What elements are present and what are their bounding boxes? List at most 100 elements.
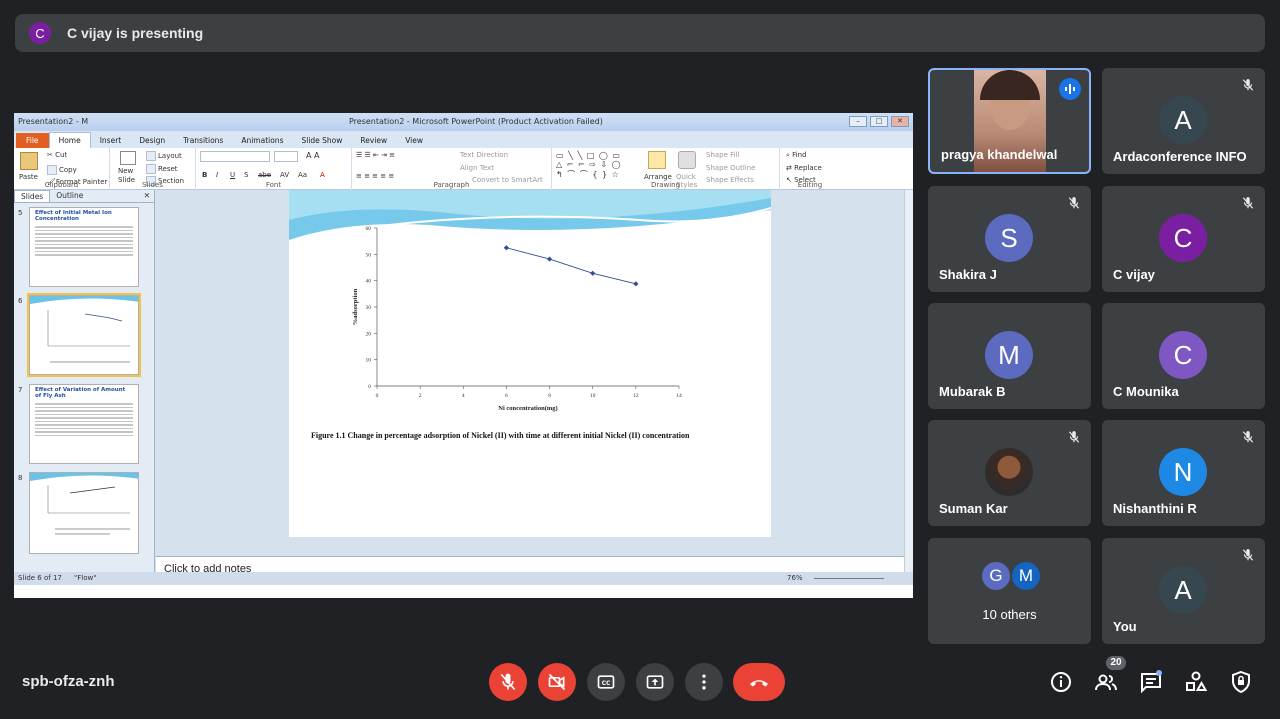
shadow-button[interactable]: S (244, 171, 248, 179)
font-group: A A B I U S abe AV Aa A Font (196, 148, 352, 190)
font-size-select[interactable] (274, 151, 298, 162)
thumb-number: 6 (18, 297, 23, 305)
participant-avatar: A (1159, 566, 1207, 614)
participant-tile[interactable]: C C Mounika (1102, 303, 1265, 409)
current-slide[interactable]: 0 2 4 6 8 10 12 14 0 10 20 30 40 50 60 Ni concentration… (289, 190, 771, 537)
close-panel-icon[interactable]: ✕ (138, 190, 154, 202)
host-controls-icon[interactable] (1229, 670, 1253, 694)
minimize-button[interactable]: – (849, 116, 867, 127)
tab-file[interactable]: File (16, 133, 49, 148)
participant-avatar: C (1159, 214, 1207, 262)
bullets-icon[interactable]: ☰ ☰ ⇤ ⇥ ≡ (356, 151, 395, 159)
speaking-indicator-icon (1059, 78, 1081, 100)
replace-button[interactable]: ⇄ Replace (786, 164, 822, 172)
participant-tile[interactable]: Suman Kar (928, 420, 1091, 526)
editing-group: ⌕ Find ⇄ Replace ↖ Select Editing (780, 148, 840, 190)
leave-call-button[interactable] (733, 663, 785, 701)
find-button[interactable]: ⌕ Find (786, 151, 807, 160)
tab-outline[interactable]: Outline (50, 190, 89, 202)
text-direction-button[interactable]: Text Direction (460, 151, 508, 159)
slide-thumbnail-5[interactable]: Effect of Initial Metal Ion Concentratio… (29, 207, 139, 287)
cut-button[interactable]: ✂ Cut (47, 151, 67, 159)
tab-design[interactable]: Design (130, 133, 174, 148)
more-options-button[interactable] (685, 663, 723, 701)
font-name-select[interactable] (200, 151, 270, 162)
people-icon[interactable] (1094, 670, 1118, 694)
present-screen-button[interactable] (636, 663, 674, 701)
participant-name: Suman Kar (939, 501, 1008, 516)
present-icon (646, 675, 664, 689)
reset-button[interactable]: Reset (146, 164, 178, 174)
paste-icon[interactable] (20, 152, 38, 170)
align-text-button[interactable]: Align Text (460, 164, 494, 172)
copy-icon (47, 165, 57, 175)
shape-outline-button[interactable]: Shape Outline (706, 164, 755, 172)
mic-toggle-button[interactable] (489, 663, 527, 701)
tab-animations[interactable]: Animations (232, 133, 292, 148)
thumb-number: 7 (18, 386, 23, 394)
participant-avatar: A (1159, 96, 1207, 144)
participant-tile[interactable]: pragya khandelwal (928, 68, 1091, 174)
shape-fill-button[interactable]: Shape Fill (706, 151, 740, 159)
slide-thumbnail-7[interactable]: Effect of Variation of Amount of Fly Ash (29, 384, 139, 464)
info-icon[interactable] (1049, 670, 1073, 694)
camera-off-icon (548, 673, 566, 691)
slide-counter: Slide 6 of 17 (18, 574, 62, 582)
zoom-slider[interactable] (814, 578, 884, 579)
data-point (503, 245, 510, 251)
change-case-button[interactable]: Aa (298, 171, 307, 179)
grow-font-icon[interactable]: A A (306, 151, 320, 160)
mic-muted-icon (1241, 430, 1255, 444)
tab-view[interactable]: View (396, 133, 432, 148)
align-icons[interactable]: ≡ ≡ ≡ ≡ ≡ (356, 172, 394, 180)
participant-tile[interactable]: C C vijay (1102, 186, 1265, 292)
tab-slides[interactable]: Slides (14, 190, 51, 202)
participant-tile[interactable]: A You (1102, 538, 1265, 644)
participant-tile[interactable]: S Shakira J (928, 186, 1091, 292)
tab-insert[interactable]: Insert (91, 133, 131, 148)
camera-toggle-button[interactable] (538, 663, 576, 701)
slide-thumbnail-8[interactable] (29, 472, 139, 554)
char-spacing-button[interactable]: AV (280, 171, 289, 179)
new-slide-icon[interactable] (120, 151, 136, 165)
participant-tile[interactable]: A Ardaconference INFO (1102, 68, 1265, 174)
data-point (590, 270, 596, 276)
paste-button[interactable]: Paste (19, 173, 38, 181)
chat-icon[interactable] (1139, 670, 1163, 694)
quick-styles-icon[interactable] (678, 151, 696, 169)
participant-name: C Mounika (1113, 384, 1179, 399)
italic-button[interactable]: I (216, 171, 218, 179)
arrange-icon[interactable] (648, 151, 666, 169)
x-tick-label: 12 (633, 393, 639, 399)
participant-tile[interactable]: N Nishanthini R (1102, 420, 1265, 526)
underline-button[interactable]: U (230, 171, 235, 179)
strikethrough-button[interactable]: abe (258, 171, 271, 179)
tab-home[interactable]: Home (48, 132, 91, 148)
close-window-button[interactable]: ✕ (891, 116, 909, 127)
x-tick-label: 4 (462, 393, 465, 399)
font-color-button[interactable]: A (320, 171, 325, 179)
tab-slide-show[interactable]: Slide Show (292, 133, 351, 148)
y-axis-label: %adsorption (352, 288, 359, 325)
participant-photo (985, 448, 1033, 496)
captions-button[interactable]: CC (587, 663, 625, 701)
scissors-icon: ✂ (47, 151, 53, 159)
thumb-chart (30, 296, 138, 363)
layout-label: Layout (158, 152, 182, 160)
svg-text:CC: CC (602, 681, 611, 687)
shapes-gallery[interactable]: ▭ ╲ ╲ □ ◯ ▭ △ ⌐ ⌐ ⇨ ⇩ ◯ ↰ ⌒ ⌒ { } ☆ (556, 151, 622, 180)
copy-button[interactable]: Copy (47, 165, 77, 175)
arrange-button[interactable]: Arrange (644, 173, 672, 181)
slide-thumbnail-6[interactable] (27, 293, 141, 377)
participant-tile[interactable]: G M 10 others (928, 538, 1091, 644)
participant-tile[interactable]: M Mubarak B (928, 303, 1091, 409)
slide-scrollbar[interactable] (904, 190, 913, 585)
font-label: Font (265, 181, 282, 189)
ppt-titlebar: Presentation2 - M Presentation2 - Micros… (14, 113, 913, 131)
activities-icon[interactable] (1184, 670, 1208, 694)
tab-review[interactable]: Review (351, 133, 396, 148)
bold-button[interactable]: B (202, 171, 207, 179)
maximize-button[interactable]: □ (870, 116, 888, 127)
tab-transitions[interactable]: Transitions (174, 133, 232, 148)
layout-button[interactable]: Layout (146, 151, 182, 161)
